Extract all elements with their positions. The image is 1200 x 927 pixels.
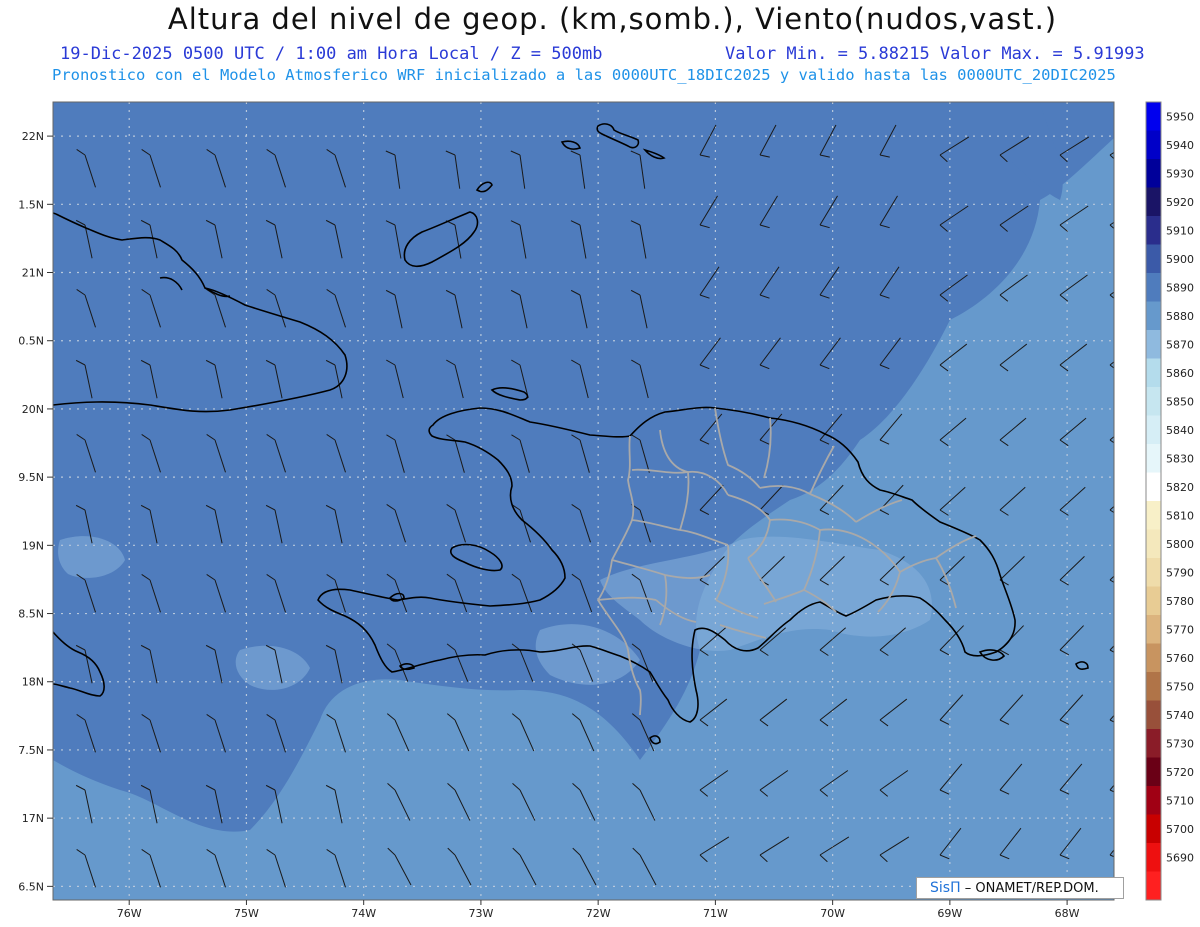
colorbar-swatch	[1146, 643, 1161, 673]
lon-tick-label: 71W	[703, 907, 728, 920]
colorbar-swatch	[1146, 843, 1161, 872]
colorbar-label: 5790	[1166, 566, 1194, 579]
colorbar-swatch	[1146, 216, 1161, 245]
lat-tick-label: 7.5N	[18, 744, 44, 757]
credit-box: SisΠ – ONAMET/REP.DOM.	[916, 877, 1124, 899]
colorbar-label: 5900	[1166, 253, 1194, 266]
lat-tick-label: 1.5N	[18, 198, 44, 211]
colorbar-label: 5800	[1166, 538, 1194, 551]
colorbar-label: 5780	[1166, 595, 1194, 608]
colorbar-label: 5740	[1166, 709, 1194, 722]
colorbar-label: 5830	[1166, 452, 1194, 465]
colorbar-swatch	[1146, 187, 1161, 217]
lat-tick-label: 22N	[22, 130, 44, 143]
map-canvas: 22N 1.5N 21N 0.5N 20N 9.5N 19N 8.5N 18N 7.5N 17N 6.…	[18, 101, 1194, 920]
colorbar-label: 5690	[1166, 851, 1194, 864]
lat-tick-label: 20N	[22, 403, 44, 416]
colorbar-swatch	[1146, 102, 1161, 131]
lon-tick-label: 72W	[586, 907, 611, 920]
lat-tick-label: 8.5N	[18, 608, 44, 621]
colorbar-swatch	[1146, 159, 1161, 188]
colorbar-swatch	[1146, 273, 1161, 302]
lat-tick-label: 0.5N	[18, 335, 44, 348]
colorbar-label: 5950	[1166, 110, 1194, 123]
credit-text: – ONAMET/REP.DOM.	[964, 881, 1099, 896]
colorbar: 5950 5940 5930 5920 5910 5900 5890 5880 5870 5860…	[1145, 101, 1194, 901]
lat-tick-label: 17N	[22, 812, 44, 825]
colorbar-swatch	[1146, 301, 1161, 331]
colorbar-swatch	[1146, 729, 1161, 758]
colorbar-label: 5820	[1166, 481, 1194, 494]
lon-tick-label: 68W	[1055, 907, 1080, 920]
latitude-axis: 22N 1.5N 21N 0.5N 20N 9.5N 19N 8.5N 18N 7.5N 17N 6.…	[18, 130, 53, 893]
colorbar-swatch	[1146, 814, 1161, 844]
colorbar-label: 5880	[1166, 310, 1194, 323]
colorbar-swatch	[1146, 586, 1161, 616]
colorbar-swatch	[1146, 672, 1161, 701]
lat-tick-label: 21N	[22, 267, 44, 280]
colorbar-swatch	[1146, 871, 1161, 901]
colorbar-label: 5770	[1166, 623, 1194, 636]
lon-tick-label: 74W	[351, 907, 376, 920]
colorbar-label: 5730	[1166, 737, 1194, 750]
colorbar-swatch	[1146, 501, 1161, 530]
lon-tick-label: 70W	[820, 907, 845, 920]
lon-tick-label: 73W	[468, 907, 493, 920]
colorbar-swatch	[1146, 529, 1161, 559]
colorbar-label: 5930	[1166, 167, 1194, 180]
colorbar-swatch	[1146, 330, 1161, 359]
colorbar-swatch	[1146, 615, 1161, 644]
colorbar-swatch	[1146, 786, 1161, 815]
colorbar-label: 5750	[1166, 680, 1194, 693]
lat-tick-label: 19N	[22, 539, 44, 552]
lat-tick-label: 6.5N	[18, 880, 44, 893]
lat-tick-label: 9.5N	[18, 471, 44, 484]
lon-tick-label: 76W	[117, 907, 142, 920]
colorbar-label: 5870	[1166, 338, 1194, 351]
colorbar-label: 5890	[1166, 281, 1194, 294]
colorbar-swatch	[1146, 387, 1161, 416]
colorbar-label: 5720	[1166, 766, 1194, 779]
colorbar-label: 5710	[1166, 794, 1194, 807]
colorbar-swatch	[1146, 358, 1161, 388]
colorbar-label: 5940	[1166, 139, 1194, 152]
colorbar-label: 5700	[1166, 823, 1194, 836]
colorbar-swatch	[1146, 757, 1161, 787]
colorbar-swatch	[1146, 415, 1161, 445]
colorbar-label: 5850	[1166, 395, 1194, 408]
colorbar-label: 5860	[1166, 367, 1194, 380]
lat-tick-label: 18N	[22, 676, 44, 689]
colorbar-swatch	[1146, 130, 1161, 160]
lon-tick-label: 69W	[937, 907, 962, 920]
sispi-logo-text: SisΠ	[930, 880, 961, 896]
colorbar-swatch	[1146, 244, 1161, 274]
colorbar-label: 5840	[1166, 424, 1194, 437]
colorbar-label: 5810	[1166, 509, 1194, 522]
colorbar-label: 5920	[1166, 196, 1194, 209]
colorbar-label: 5760	[1166, 652, 1194, 665]
colorbar-swatch	[1146, 472, 1161, 502]
longitude-axis: 76W 75W 74W 73W 72W 71W 70W 69W 68W	[117, 900, 1080, 920]
colorbar-swatch	[1146, 558, 1161, 587]
colorbar-swatch	[1146, 444, 1161, 473]
colorbar-label: 5910	[1166, 224, 1194, 237]
height-field	[53, 102, 1114, 900]
colorbar-swatch	[1146, 700, 1161, 730]
lon-tick-label: 75W	[234, 907, 259, 920]
